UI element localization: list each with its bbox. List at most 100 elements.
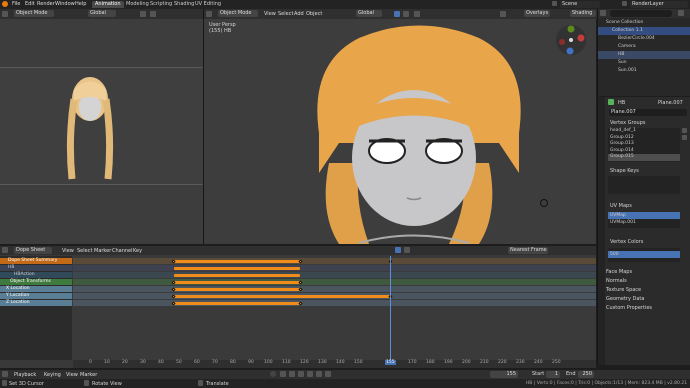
outliner-row[interactable]: HB: [598, 51, 690, 59]
main-transform-selector[interactable]: Global: [356, 10, 382, 17]
jump-end-icon[interactable]: [325, 371, 331, 377]
menu-select[interactable]: Select: [278, 11, 293, 17]
snap-target-icon[interactable]: [403, 11, 409, 17]
blender-logo-icon[interactable]: [2, 1, 8, 7]
list-item[interactable]: UVMap.001: [608, 219, 680, 226]
overlays-dropdown[interactable]: Overlays: [524, 10, 550, 17]
channel-fcurve[interactable]: Z Location: [0, 300, 72, 306]
editor-type-icon[interactable]: [206, 11, 212, 17]
filter-icon[interactable]: [678, 10, 684, 16]
frame-tick: 70: [212, 360, 218, 365]
frame-tick: 250: [552, 360, 561, 365]
add-vertex-group-icon[interactable]: [682, 128, 687, 133]
jump-start-icon[interactable]: [280, 371, 286, 377]
playback-menu[interactable]: Playback: [14, 372, 36, 378]
menu-edit[interactable]: Edit: [25, 1, 35, 7]
tab-uv-editing[interactable]: UV Editing: [192, 1, 224, 8]
face-maps-header[interactable]: Face Maps: [606, 269, 632, 275]
frame-tick: 220: [498, 360, 507, 365]
vertex-groups-header[interactable]: Vertex Groups: [610, 120, 646, 126]
end-frame-field[interactable]: 250: [578, 371, 594, 378]
filter-icon[interactable]: [404, 247, 410, 253]
custom-properties-header[interactable]: Custom Properties: [606, 305, 652, 311]
uv-maps-header[interactable]: UV Maps: [610, 203, 632, 209]
snapping-selector[interactable]: Nearest Frame: [508, 247, 548, 254]
list-item[interactable]: 500: [608, 251, 680, 258]
outliner-row[interactable]: Camera: [598, 43, 690, 51]
hold-bar: [174, 287, 300, 291]
keyframe-area[interactable]: [73, 256, 596, 360]
channel-summary[interactable]: Dope Sheet Summary: [0, 258, 72, 264]
mesh-data-field[interactable]: Plane.007: [609, 109, 687, 116]
current-frame-badge[interactable]: 155: [385, 360, 396, 365]
main-viewport[interactable]: Object Mode View Select Add Object Globa…: [203, 9, 597, 244]
current-frame-field[interactable]: 155: [490, 371, 518, 378]
menu-select[interactable]: Select: [77, 248, 92, 254]
only-selected-icon[interactable]: [395, 247, 401, 253]
tab-animation[interactable]: Animation: [92, 1, 124, 8]
menu-add[interactable]: Add: [294, 11, 304, 17]
channel-group[interactable]: Object Transforms: [0, 279, 72, 285]
menu-file[interactable]: File: [12, 1, 20, 7]
menu-render[interactable]: Render: [37, 1, 55, 7]
menu-view[interactable]: View: [62, 248, 74, 254]
channel-label: X Location: [6, 286, 30, 291]
list-item[interactable]: UVMap: [608, 212, 680, 219]
channel-action[interactable]: HBAction: [0, 272, 72, 278]
outliner-type-icon[interactable]: [600, 10, 606, 16]
editor-type-icon[interactable]: [2, 11, 8, 17]
shading-dropdown[interactable]: Shading: [570, 10, 596, 17]
small-character-render: [66, 77, 114, 180]
proportional-edit-icon[interactable]: [414, 11, 420, 17]
menu-key[interactable]: Key: [133, 248, 142, 254]
snap-icon[interactable]: [394, 11, 400, 17]
record-icon[interactable]: [270, 371, 276, 377]
playhead-line[interactable]: [390, 256, 391, 360]
proportional-icon[interactable]: [150, 11, 156, 17]
outliner-row[interactable]: Collection 1.1: [598, 27, 690, 35]
channel-fcurve[interactable]: Y Location: [0, 293, 72, 299]
remove-vertex-group-icon[interactable]: [682, 135, 687, 140]
left-mode-selector[interactable]: Object Mode: [14, 10, 54, 17]
shape-keys-header[interactable]: Shape Keys: [610, 168, 639, 174]
start-frame-field[interactable]: 1: [546, 371, 560, 378]
outliner-search-input[interactable]: [610, 10, 672, 17]
texture-space-header[interactable]: Texture Space: [606, 287, 641, 293]
left-viewport[interactable]: Object Mode Global: [0, 9, 203, 244]
outliner-row[interactable]: Scene Collection: [598, 19, 690, 27]
menu-channel[interactable]: Channel: [112, 248, 133, 254]
marker-menu[interactable]: Marker: [80, 372, 97, 378]
keying-menu[interactable]: Keying: [44, 372, 61, 378]
next-key-icon[interactable]: [316, 371, 322, 377]
play-icon[interactable]: [307, 371, 313, 377]
geometry-data-header[interactable]: Geometry Data: [606, 296, 644, 302]
editor-type-icon[interactable]: [2, 371, 8, 377]
snap-icon[interactable]: [140, 11, 146, 17]
channel-object[interactable]: HB: [0, 265, 72, 271]
main-mode-selector[interactable]: Object Mode: [218, 10, 258, 17]
outliner-row[interactable]: BezierCircle.004: [598, 35, 690, 43]
scene-selector[interactable]: Scene: [560, 1, 600, 8]
menu-view[interactable]: View: [264, 11, 276, 17]
outliner-row[interactable]: Sun.001: [598, 67, 690, 75]
navigation-gizmo[interactable]: [554, 23, 588, 57]
prev-key-icon[interactable]: [289, 371, 295, 377]
channel-label: Dope Sheet Summary: [8, 258, 58, 263]
visibility-icon[interactable]: [500, 11, 506, 17]
left-transform-selector[interactable]: Global: [88, 10, 116, 17]
play-reverse-icon[interactable]: [298, 371, 304, 377]
menu-help[interactable]: Help: [75, 1, 86, 7]
menu-marker[interactable]: Marker: [94, 248, 111, 254]
editor-type-icon[interactable]: [2, 247, 8, 253]
view-layer-selector[interactable]: RenderLayer: [630, 1, 688, 8]
list-item[interactable]: Group.015: [608, 154, 680, 161]
dopesheet-mode-selector[interactable]: Dope Sheet: [14, 247, 52, 254]
normals-header[interactable]: Normals: [606, 278, 627, 284]
channel-fcurve[interactable]: X Location: [0, 286, 72, 292]
menu-window[interactable]: Window: [55, 1, 75, 7]
vertex-colors-header[interactable]: Vertex Colors: [610, 239, 643, 245]
outliner-row[interactable]: Sun: [598, 59, 690, 67]
view-menu[interactable]: View: [66, 372, 78, 378]
menu-object[interactable]: Object: [306, 11, 322, 17]
dope-sheet[interactable]: Dope Sheet View Select Marker Channel Ke…: [0, 246, 596, 368]
